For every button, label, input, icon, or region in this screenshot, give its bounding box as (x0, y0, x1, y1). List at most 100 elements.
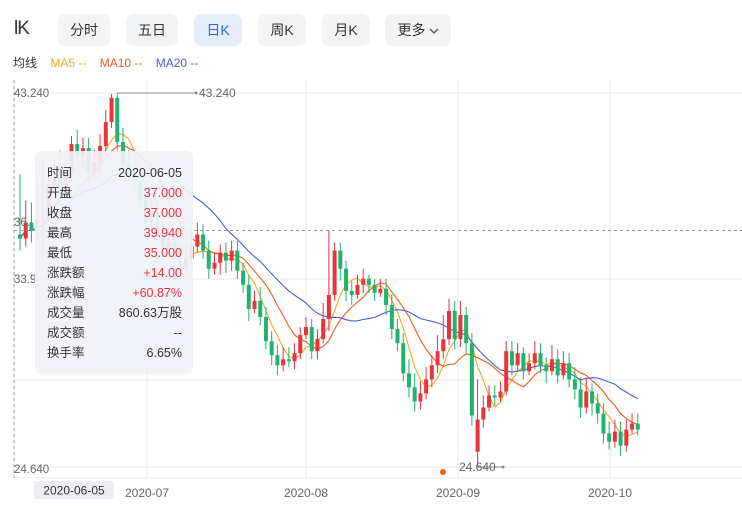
candle (595, 393, 600, 424)
candle (223, 242, 228, 273)
candle-body (206, 250, 211, 269)
candle-body (258, 300, 263, 317)
candle-body (223, 252, 228, 261)
candle (435, 335, 440, 374)
candle-body (252, 300, 257, 309)
tooltip-key: 成交量 (47, 306, 85, 320)
candle (601, 403, 606, 444)
tooltip-row-change-pct: 涨跌幅 +60.87% (47, 283, 182, 303)
tooltip-value: 2020-06-05 (118, 166, 182, 180)
candle (612, 419, 617, 448)
period-toolbar: lK 分时 五日 日K 周K 月K 更多 (0, 14, 742, 48)
tooltip-key: 换手率 (47, 346, 85, 360)
candle-body (332, 250, 337, 295)
candle-body (361, 278, 366, 285)
candle (195, 222, 200, 253)
candle (447, 298, 451, 346)
candle-body (630, 423, 635, 430)
candle (504, 341, 509, 396)
candle (229, 240, 234, 271)
tooltip-row-turnover: 换手率 6.65% (47, 343, 182, 363)
tooltip-value: 37.000 (143, 206, 182, 220)
tooltip-value: 35.000 (143, 246, 182, 260)
candle-body (275, 355, 280, 366)
candle (326, 230, 331, 332)
tooltip-key: 时间 (47, 166, 73, 180)
candle-body (269, 341, 274, 356)
candle (464, 306, 469, 354)
ma20-legend: MA20 -- (155, 56, 199, 70)
candle (206, 240, 211, 279)
candle (590, 383, 594, 416)
candle-body (338, 250, 343, 269)
tooltip-value: +14.00 (143, 266, 182, 280)
low-marker-dot (501, 465, 505, 469)
candle (298, 327, 303, 360)
candle-body (235, 250, 240, 271)
candle (292, 343, 297, 370)
candle-body (344, 268, 349, 291)
candle (509, 341, 514, 376)
candle (246, 274, 251, 322)
tooltip-key: 收盘 (47, 206, 73, 220)
candle-body (263, 316, 268, 342)
candle-body (18, 234, 22, 239)
candle (469, 333, 474, 426)
candle-body (424, 379, 429, 394)
candle-body (538, 353, 543, 366)
candle (412, 373, 417, 412)
y-tick-label: 43.240 (14, 88, 49, 100)
candle (109, 93, 114, 128)
candle (115, 93, 120, 151)
candle-body (321, 319, 326, 340)
candle (361, 268, 366, 293)
tab-minute[interactable]: 分时 (58, 14, 110, 46)
high-marker-label: 43.240 (199, 86, 236, 100)
candle-body (435, 351, 440, 366)
candle (309, 319, 314, 360)
tab-five-day[interactable]: 五日 (126, 14, 178, 46)
candle (475, 379, 480, 467)
candle (527, 353, 532, 376)
tab-monthly[interactable]: 月K (322, 14, 370, 46)
tab-label: 分时 (70, 22, 98, 38)
candle (532, 341, 537, 370)
candle-body (544, 365, 549, 372)
candle-body (429, 365, 434, 380)
candle (515, 343, 520, 372)
candle-body (406, 373, 411, 388)
candle (458, 300, 463, 348)
candle (618, 421, 623, 456)
app-logo: lK (14, 18, 30, 39)
candle-body (395, 329, 400, 344)
candle-body (584, 391, 589, 408)
candle (521, 347, 526, 380)
x-tick-label: 2020-07 (125, 486, 169, 500)
tooltip-key: 开盘 (47, 186, 73, 200)
candle-body (618, 431, 623, 446)
tab-label: 月K (334, 22, 358, 38)
candle-body (384, 288, 389, 305)
tab-weekly[interactable]: 周K (258, 14, 306, 46)
candle-body (309, 327, 314, 352)
candle (349, 280, 354, 305)
candle (304, 316, 308, 340)
candle (452, 300, 457, 350)
ohlc-tooltip: 时间 2020-06-05 开盘 37.000 收盘 37.000 最高 39.940 … (35, 151, 193, 374)
candle-body (447, 310, 451, 340)
candle-body (458, 314, 463, 340)
candle-body (464, 314, 469, 344)
candle-body (469, 343, 474, 416)
tab-daily[interactable]: 日K (194, 14, 242, 46)
candle-body (441, 339, 446, 352)
high-marker-dot (194, 91, 198, 95)
y-tick-label: 33.9 (14, 274, 36, 286)
candle (218, 244, 223, 275)
candle-body (103, 121, 108, 147)
tab-label: 五日 (138, 22, 166, 38)
candle-body (326, 294, 331, 320)
candle-body (624, 429, 629, 446)
tab-more-dropdown[interactable]: 更多 (385, 14, 451, 46)
ma10-legend: MA10 -- (99, 56, 143, 70)
tooltip-value: 39.940 (143, 226, 182, 240)
